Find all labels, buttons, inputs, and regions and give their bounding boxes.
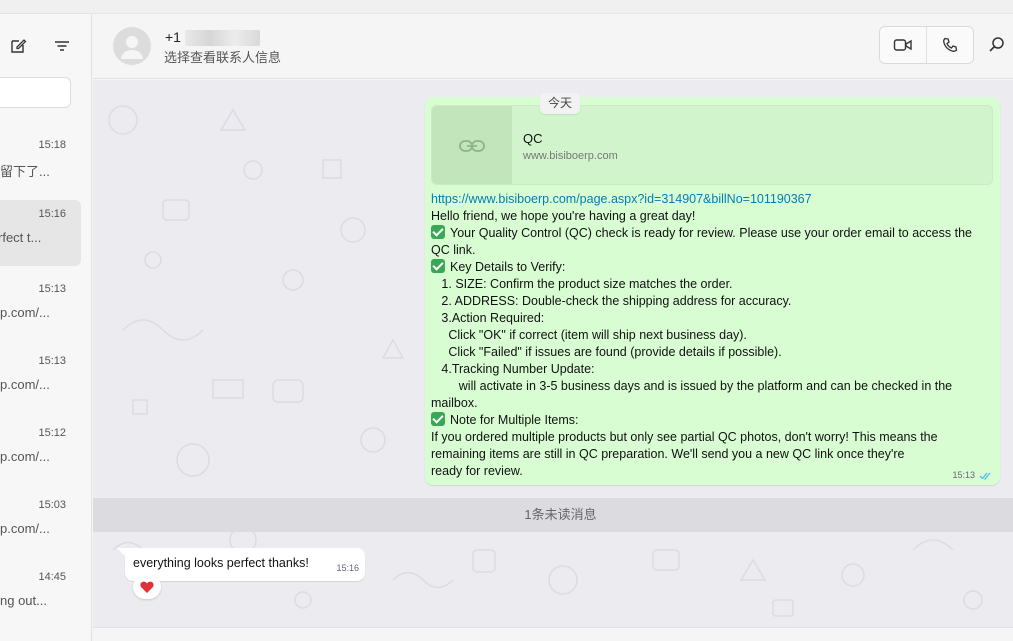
- chat-list-item[interactable]: 15:13 p.com/...: [0, 275, 81, 341]
- message-line: 4.Tracking Number Update:: [431, 362, 595, 376]
- new-chat-icon[interactable]: [8, 36, 28, 56]
- chat-preview: rfect t...: [0, 230, 42, 245]
- message-line: 2. ADDRESS: Double-check the shipping ad…: [431, 294, 792, 308]
- chat-list-item[interactable]: 15:12 p.com/...: [0, 419, 81, 485]
- voice-call-button[interactable]: [926, 27, 973, 63]
- message-line: mailbox.: [431, 396, 478, 410]
- phone-icon: [943, 37, 958, 52]
- message-line-text: Your Quality Control (QC) check is ready…: [450, 226, 972, 240]
- chat-search-input[interactable]: [0, 77, 71, 108]
- chat-preview: p.com/...: [0, 449, 50, 464]
- check-mark-emoji-icon: [431, 412, 445, 426]
- message-text: https://www.bisiboerp.com/page.aspx?id=3…: [431, 191, 993, 480]
- chat-time: 15:12: [38, 427, 66, 439]
- message-link[interactable]: https://www.bisiboerp.com/page.aspx?id=3…: [431, 192, 812, 206]
- unread-divider: 1条未读消息: [93, 498, 1013, 532]
- link-preview-thumbnail: [432, 106, 512, 184]
- sidebar-toolbar: [8, 36, 72, 56]
- avatar[interactable]: [113, 27, 151, 65]
- chat-list-item[interactable]: 15:18 留下了...: [0, 131, 81, 197]
- contact-name[interactable]: +1: [165, 29, 260, 47]
- message-line: Click "Failed" if issues are found (prov…: [431, 345, 782, 359]
- window-top-strip: [0, 0, 1013, 14]
- message-time: 15:13: [952, 470, 975, 480]
- message-line: If you ordered multiple products but onl…: [431, 430, 938, 444]
- chat-preview: p.com/...: [0, 305, 50, 320]
- contact-info-hint[interactable]: 选择查看联系人信息: [164, 47, 281, 66]
- message-time: 15:16: [336, 563, 359, 573]
- chat-time: 15:13: [38, 283, 66, 295]
- heart-icon: [140, 581, 154, 593]
- link-icon: [459, 140, 485, 152]
- filter-icon[interactable]: [52, 36, 72, 56]
- chat-time: 15:03: [38, 499, 66, 511]
- default-avatar-icon: [121, 36, 143, 59]
- chat-preview: p.com/...: [0, 521, 50, 536]
- chat-list-item[interactable]: 14:45 ng out...: [0, 563, 81, 629]
- link-preview-domain: www.bisiboerp.com: [523, 150, 618, 162]
- search-icon[interactable]: [988, 36, 1008, 56]
- message-line: will activate in 3-5 business days and i…: [431, 379, 953, 393]
- link-preview-card[interactable]: QC www.bisiboerp.com: [431, 105, 993, 185]
- chat-list-item-selected[interactable]: 15:16 rfect t...: [0, 200, 81, 266]
- message-list[interactable]: 今天 QC www.bisiboerp.com https://www.bisi…: [93, 80, 1013, 627]
- chat-time: 14:45: [38, 571, 66, 583]
- redacted-number: [184, 30, 260, 47]
- chat-time: 15:18: [38, 139, 66, 151]
- message-line-text: Note for Multiple Items:: [450, 413, 579, 427]
- conversation-header: +1 选择查看联系人信息: [93, 14, 1013, 79]
- message-line: Click "OK" if correct (item will ship ne…: [431, 328, 747, 342]
- check-mark-emoji-icon: [431, 259, 445, 273]
- link-preview-title: QC: [523, 131, 543, 146]
- date-divider: 今天: [540, 93, 580, 114]
- message-line: ready for review.: [431, 464, 523, 478]
- chat-list-item[interactable]: 15:03 p.com/...: [0, 491, 81, 557]
- message-line-text: Key Details to Verify:: [450, 260, 566, 274]
- chat-preview: p.com/...: [0, 377, 50, 392]
- contact-name-text: +1: [165, 29, 181, 45]
- chat-list-sidebar: 15:18 留下了... 15:16 rfect t... 15:13 p.co…: [0, 14, 92, 641]
- message-line: 1. SIZE: Confirm the product size matche…: [431, 277, 733, 291]
- message-line: remaining items are still in QC preparat…: [431, 447, 905, 461]
- message-line: QC link.: [431, 243, 476, 257]
- message-line: Hello friend, we hope you're having a gr…: [431, 209, 696, 223]
- message-composer[interactable]: [93, 627, 1013, 641]
- message-meta: 15:13: [952, 470, 993, 480]
- check-mark-emoji-icon: [431, 225, 445, 239]
- reaction-badge[interactable]: [133, 575, 161, 599]
- message-line: 3.Action Required:: [431, 311, 545, 325]
- message-line: Note for Multiple Items:: [431, 412, 993, 429]
- video-call-button[interactable]: [880, 27, 926, 63]
- incoming-message-bubble[interactable]: everything looks perfect thanks! 15:16: [125, 548, 365, 581]
- video-call-icon: [893, 39, 912, 51]
- message-line: Key Details to Verify:: [431, 259, 993, 276]
- message-line: Your Quality Control (QC) check is ready…: [431, 225, 993, 242]
- chat-time: 15:16: [38, 208, 66, 220]
- chat-preview: 留下了...: [0, 164, 50, 179]
- chat-preview: ng out...: [0, 593, 47, 608]
- chat-time: 15:13: [38, 355, 66, 367]
- chat-list-item[interactable]: 15:13 p.com/...: [0, 347, 81, 413]
- unread-divider-label: 1条未读消息: [524, 507, 597, 522]
- outgoing-message-bubble[interactable]: QC www.bisiboerp.com https://www.bisiboe…: [425, 97, 1000, 485]
- call-button-group: [879, 26, 974, 64]
- double-check-icon: [979, 472, 991, 480]
- message-text: everything looks perfect thanks!: [133, 556, 309, 570]
